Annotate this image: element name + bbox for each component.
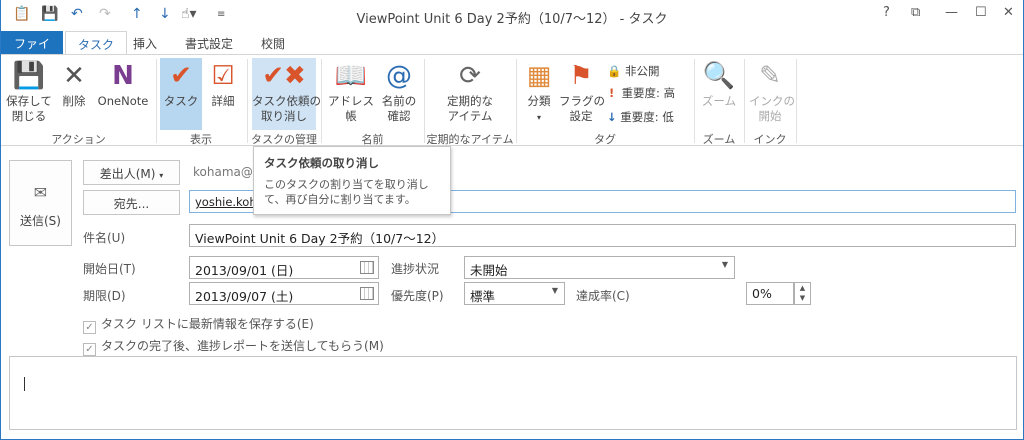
from-value: kohama@v [193,165,260,179]
follow-up-button[interactable]: ⚑ フラグの 設定 [559,58,605,130]
tooltip: タスク依頼の取り消し このタスクの割り当てを取り消して、再び自分に割り当てます。 [253,146,451,215]
save-updates-checkbox[interactable]: ✓ タスク リストに最新情報を保存する(E) [83,315,314,334]
group-label-recurrence: 定期的なアイテム [426,133,514,146]
private-button[interactable]: 🔒 非公開 [607,63,659,79]
status-select[interactable]: 未開始 ▼ [464,256,735,279]
percent-complete-label: 達成率(C) [576,289,630,303]
start-date-label: 開始日(T) [83,262,136,276]
down-arrow-icon: ↓ [607,110,617,124]
checkmark-icon: ✓ [83,321,96,334]
envelope-icon: ✉ [33,183,48,202]
delete-button[interactable]: ✕ 削除 [57,58,91,130]
chevron-down-icon: ▼ [721,260,728,269]
minimize-button[interactable]: — [945,5,958,20]
low-importance-button[interactable]: ↓ 重要度: 低 [607,109,674,125]
to-button[interactable]: 宛先... [83,190,180,215]
text-cursor [24,377,25,391]
task-icon: ✔ [170,61,192,91]
check-names-icon: @ [386,61,412,91]
group-label-names: 名前 [361,133,384,146]
save-close-button[interactable]: 💾 保存して 閉じる [5,58,53,130]
address-book-button[interactable]: 📖 アドレス帳 [325,58,377,130]
magnifier-icon: 🔍 [702,61,736,91]
task-body-editor[interactable] [9,356,1017,430]
start-date-input[interactable]: 2013/09/01 (日) [189,256,379,279]
group-label-manage-task: タスクの管理 [251,133,317,146]
ribbon-display-button[interactable]: ⧉ [911,5,920,20]
status-report-checkbox[interactable]: ✓ タスクの完了後、進捗レポートを送信してもらう(M) [83,337,384,356]
categorize-button[interactable]: ▦ 分類 ▾ [521,58,557,130]
group-label-tags: タグ [594,133,616,146]
address-book-icon: 📖 [334,61,368,91]
start-inking-button[interactable]: ✎ インクの 開始 [749,58,795,130]
exclamation-icon: ! [609,86,615,100]
delete-icon: ✕ [63,61,85,91]
group-label-ink: インク [753,133,787,146]
calendar-icon[interactable] [360,287,374,300]
subject-label: 件名(U) [83,231,126,245]
pen-icon: ✎ [759,61,781,91]
cancel-assignment-button[interactable]: ✔✖ タスク依頼の 取り消し [252,58,321,130]
priority-select[interactable]: 標準 ▼ [464,282,565,305]
tab-insert[interactable]: 挿入 [121,31,169,55]
group-label-actions: アクション [51,133,106,146]
tooltip-title: タスク依頼の取り消し [264,156,379,170]
send-button[interactable]: ✉ 送信(S) [9,160,72,246]
chevron-down-icon: ▼ [551,286,558,295]
categorize-icon: ▦ [526,61,552,91]
tooltip-description: このタスクの割り当てを取り消して、再び自分に割り当てます。 [264,178,429,206]
flag-icon: ⚑ [569,61,593,91]
help-button[interactable]: ? [883,5,890,20]
check-names-button[interactable]: @ 名前の 確認 [379,58,419,130]
recurrence-button[interactable]: ⟳ 定期的な アイテム [437,58,503,130]
save-close-icon: 💾 [12,61,46,91]
cancel-assignment-icon: ✔✖ [262,61,306,91]
window-title: ViewPoint Unit 6 Day 2予約（10/7～12） - タスク [356,12,668,27]
due-date-label: 期限(D) [83,289,126,303]
details-button[interactable]: ☑ 詳細 [204,58,242,130]
zoom-button[interactable]: 🔍 ズーム [699,58,739,130]
priority-label: 優先度(P) [391,289,444,303]
due-date-input[interactable]: 2013/09/07 (土) [189,282,379,305]
status-label: 進捗状況 [391,262,440,276]
maximize-button[interactable]: ☐ [975,5,987,20]
tab-review[interactable]: 校閲 [249,31,297,55]
ribbon: 💾 保存して 閉じる ✕ 削除 N OneNote アクション ✔ タスク ☑ 詳細 表示… [1,54,1023,146]
percent-complete-input[interactable]: 0% [746,282,794,305]
close-button[interactable]: ✕ [1003,5,1014,20]
lock-icon: 🔒 [607,64,622,78]
high-importance-button[interactable]: ! 重要度: 高 [609,85,675,101]
details-icon: ☑ [211,61,235,91]
onenote-button[interactable]: N OneNote [95,58,151,130]
checkmark-icon: ✓ [83,343,96,356]
percent-spinner[interactable]: ▲ ▼ [794,282,811,305]
task-view-button[interactable]: ✔ タスク [160,58,202,130]
group-label-zoom: ズーム [702,133,736,146]
calendar-icon[interactable] [360,261,374,274]
tab-format[interactable]: 書式設定 [173,31,245,55]
recurrence-icon: ⟳ [459,61,481,91]
group-label-show: 表示 [190,133,212,146]
onenote-icon: N [112,61,134,91]
subject-input[interactable]: ViewPoint Unit 6 Day 2予約（10/7～12） [189,224,1016,247]
tab-task[interactable]: タスク [65,31,128,55]
from-button[interactable]: 差出人(M) ▾ [83,160,180,185]
tab-file[interactable]: ファイル [1,31,63,68]
